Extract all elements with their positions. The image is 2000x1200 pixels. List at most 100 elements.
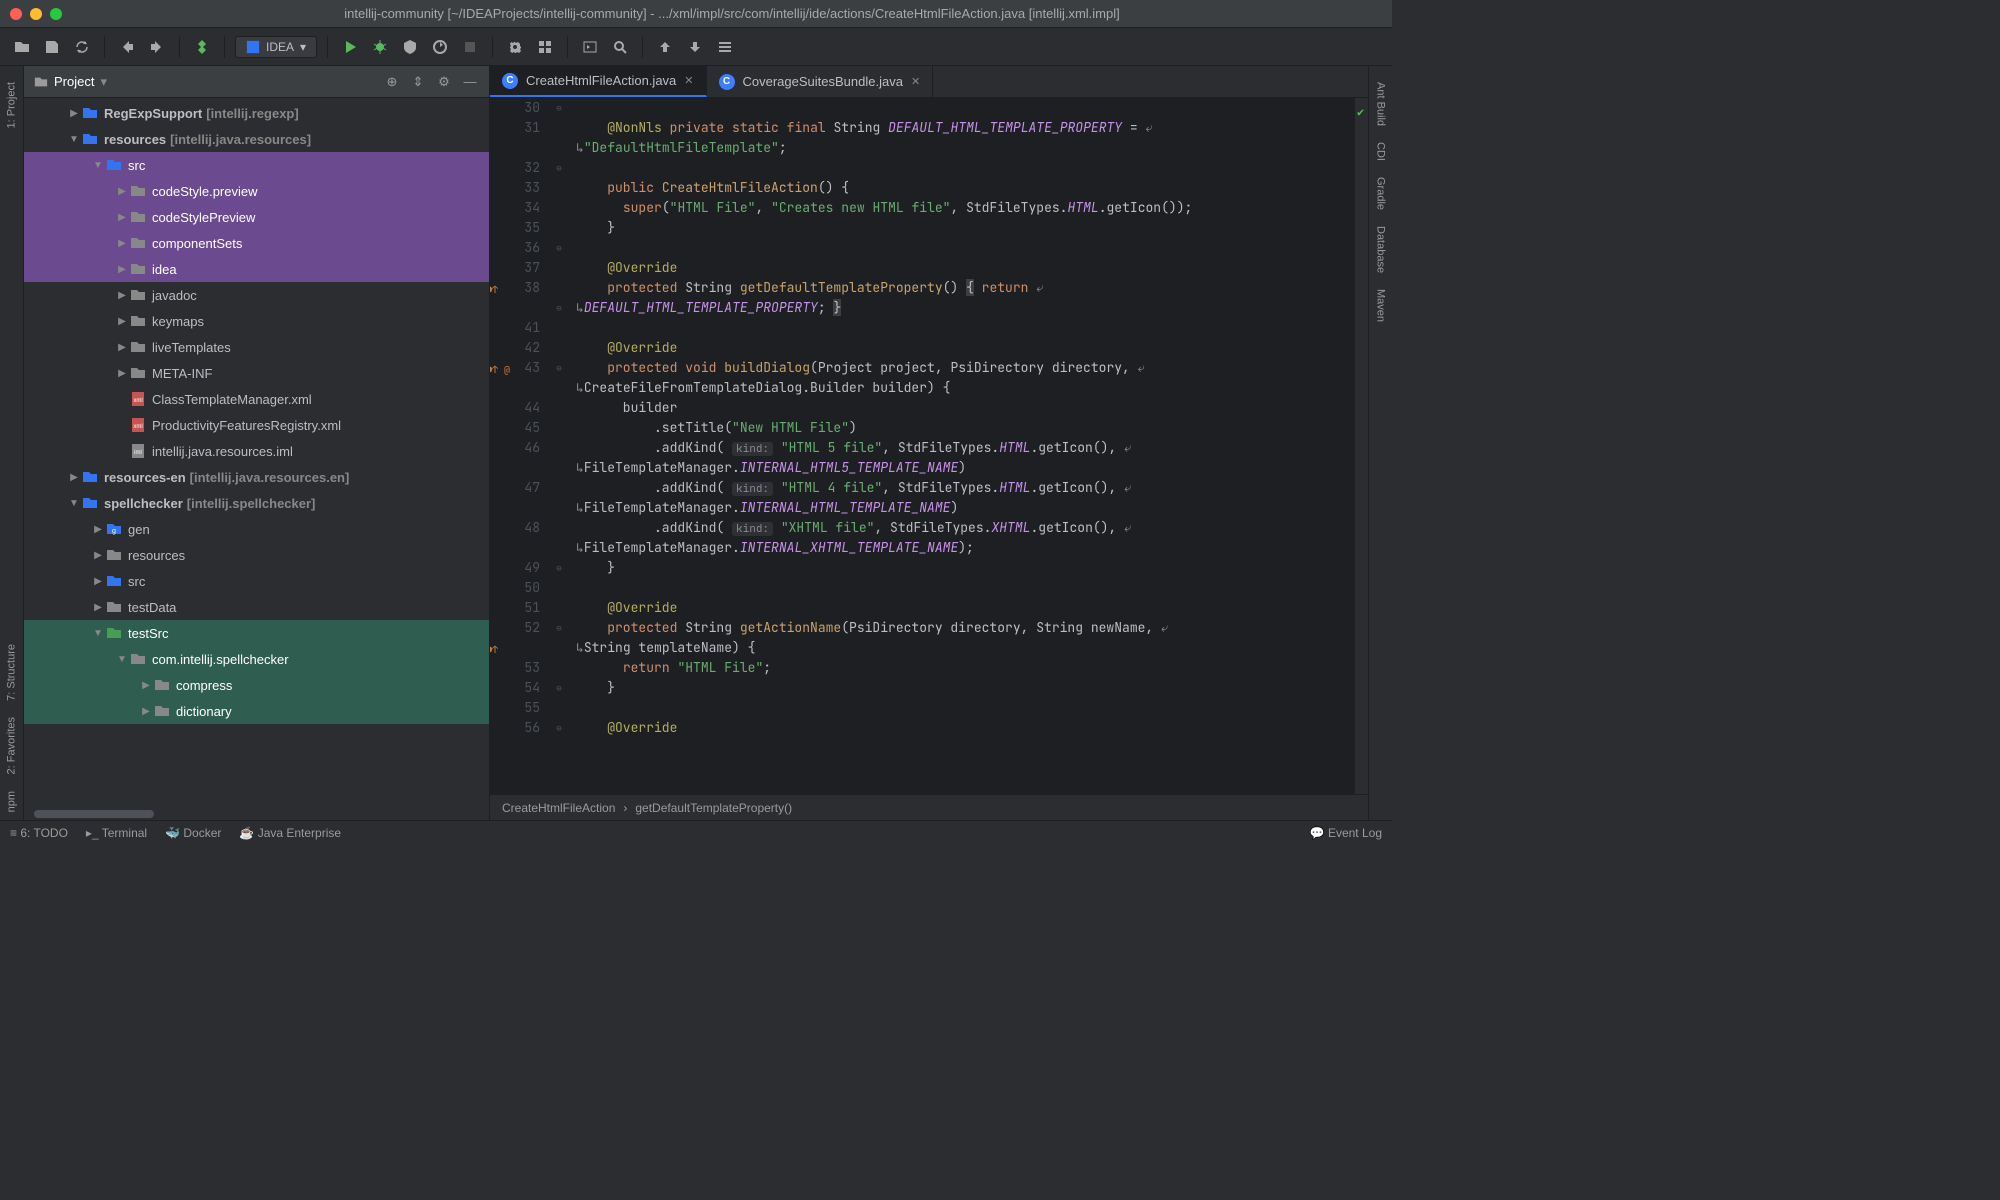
stripe-npm[interactable]: npm <box>0 783 23 820</box>
tree-row[interactable]: ▶META-INF <box>24 360 489 386</box>
tree-arrow-icon[interactable]: ▶ <box>114 290 130 301</box>
back-icon[interactable] <box>115 35 139 59</box>
stripe-database[interactable]: Database <box>1369 218 1392 281</box>
status-enterprise[interactable]: ☕ Java Enterprise <box>239 826 341 840</box>
project-structure-icon[interactable] <box>533 35 557 59</box>
tree-row[interactable]: ▶resources-en[intellij.java.resources.en… <box>24 464 489 490</box>
editor-body[interactable]: 303132333435363738●↑414243●↑ @4445464748… <box>490 98 1368 794</box>
settings-icon[interactable] <box>503 35 527 59</box>
tree-arrow-icon[interactable]: ▼ <box>114 654 130 665</box>
tree-arrow-icon[interactable]: ▶ <box>66 108 82 119</box>
stripe-favorites[interactable]: 2: Favorites <box>0 709 23 782</box>
forward-icon[interactable] <box>145 35 169 59</box>
line-gutter[interactable]: 303132333435363738●↑414243●↑ @4445464748… <box>490 98 550 794</box>
tree-row[interactable]: ▶liveTemplates <box>24 334 489 360</box>
tree-arrow-icon[interactable]: ▼ <box>90 628 106 639</box>
debug-icon[interactable] <box>368 35 392 59</box>
search-icon[interactable] <box>608 35 632 59</box>
editor-tab[interactable]: CCoverageSuitesBundle.java✕ <box>707 66 934 97</box>
status-terminal[interactable]: ▸_ Terminal <box>86 826 147 840</box>
close-tab-icon[interactable]: ✕ <box>684 74 693 87</box>
tree-arrow-icon[interactable]: ▼ <box>66 134 82 145</box>
profile-icon[interactable] <box>428 35 452 59</box>
tree-arrow-icon[interactable]: ▶ <box>90 576 106 587</box>
tree-arrow-icon[interactable]: ▶ <box>66 472 82 483</box>
tree-arrow-icon[interactable]: ▶ <box>114 212 130 223</box>
tree-arrow-icon[interactable]: ▶ <box>138 680 154 691</box>
tree-row[interactable]: ▶dictionary <box>24 698 489 724</box>
tree-row[interactable]: ▶resources <box>24 542 489 568</box>
tree-arrow-icon[interactable]: ▶ <box>138 706 154 717</box>
tree-row[interactable]: ▼spellchecker[intellij.spellchecker] <box>24 490 489 516</box>
tree-row[interactable]: xmlClassTemplateManager.xml <box>24 386 489 412</box>
tree-row[interactable]: ▶codeStylePreview <box>24 204 489 230</box>
build-icon[interactable] <box>190 35 214 59</box>
tree-row[interactable]: xmlProductivityFeaturesRegistry.xml <box>24 412 489 438</box>
tree-row[interactable]: ▶idea <box>24 256 489 282</box>
run-configuration-selector[interactable]: IDEA ▾ <box>235 36 317 58</box>
sync-icon[interactable] <box>70 35 94 59</box>
editor-tab[interactable]: CCreateHtmlFileAction.java✕ <box>490 66 707 97</box>
tree-arrow-icon[interactable]: ▼ <box>66 498 82 509</box>
stripe-project[interactable]: 1: Project <box>0 74 23 136</box>
tree-arrow-icon[interactable]: ▶ <box>90 524 106 535</box>
tree-arrow-icon[interactable]: ▶ <box>90 550 106 561</box>
tree-row[interactable]: imlintellij.java.resources.iml <box>24 438 489 464</box>
stripe-gradle[interactable]: Gradle <box>1369 169 1392 218</box>
stripe-cdi[interactable]: CDI <box>1369 134 1392 169</box>
status-todo[interactable]: ≡ 6: TODO <box>10 826 68 840</box>
save-all-icon[interactable] <box>40 35 64 59</box>
tree-arrow-icon[interactable]: ▶ <box>114 264 130 275</box>
tree-row[interactable]: ▼src <box>24 152 489 178</box>
breadcrumb-item[interactable]: CreateHtmlFileAction <box>502 801 615 815</box>
project-panel-title[interactable]: Project ▾ <box>34 74 375 90</box>
tree-row[interactable]: ▶testData <box>24 594 489 620</box>
stop-icon[interactable] <box>458 35 482 59</box>
locate-icon[interactable]: ⊕ <box>383 74 401 90</box>
tree-arrow-icon[interactable]: ▶ <box>114 316 130 327</box>
tree-arrow-icon[interactable]: ▶ <box>114 368 130 379</box>
coverage-icon[interactable] <box>398 35 422 59</box>
tree-arrow-icon[interactable]: ▶ <box>114 342 130 353</box>
close-tab-icon[interactable]: ✕ <box>911 75 920 88</box>
tree-row[interactable]: ▼testSrc <box>24 620 489 646</box>
maximize-window-button[interactable] <box>50 8 62 20</box>
expand-icon[interactable]: ⇕ <box>409 74 427 90</box>
tree-row[interactable]: ▶compress <box>24 672 489 698</box>
fold-gutter[interactable]: ⊖⊖⊖⊖⊖⊖⊖⊖⊖ <box>550 98 568 794</box>
close-window-button[interactable] <box>10 8 22 20</box>
error-stripe[interactable]: ✔ <box>1354 98 1368 794</box>
tree-row[interactable]: ▶javadoc <box>24 282 489 308</box>
hide-icon[interactable]: — <box>461 74 479 89</box>
tree-arrow-icon[interactable]: ▶ <box>114 186 130 197</box>
tree-row[interactable]: ▶keymaps <box>24 308 489 334</box>
tree-arrow-icon[interactable]: ▶ <box>90 602 106 613</box>
vcs-update-icon[interactable] <box>653 35 677 59</box>
status-eventlog[interactable]: 💬 Event Log <box>1310 826 1382 840</box>
stripe-maven[interactable]: Maven <box>1369 281 1392 330</box>
tree-row[interactable]: ▶ggen <box>24 516 489 542</box>
horizontal-scrollbar[interactable] <box>24 808 489 820</box>
minimize-window-button[interactable] <box>30 8 42 20</box>
chevron-right-icon: › <box>623 801 627 815</box>
vcs-history-icon[interactable] <box>713 35 737 59</box>
vcs-commit-icon[interactable] <box>683 35 707 59</box>
open-icon[interactable] <box>10 35 34 59</box>
tree-row[interactable]: ▼resources[intellij.java.resources] <box>24 126 489 152</box>
tree-row[interactable]: ▶codeStyle.preview <box>24 178 489 204</box>
tree-row[interactable]: ▶componentSets <box>24 230 489 256</box>
tree-arrow-icon[interactable]: ▶ <box>114 238 130 249</box>
run-icon[interactable] <box>338 35 362 59</box>
tree-row[interactable]: ▶RegExpSupport[intellij.regexp] <box>24 100 489 126</box>
tree-row[interactable]: ▼com.intellij.spellchecker <box>24 646 489 672</box>
code-content[interactable]: @NonNls private static final String DEFA… <box>568 98 1354 794</box>
status-docker[interactable]: 🐳 Docker <box>165 826 221 840</box>
gear-icon[interactable]: ⚙ <box>435 74 453 90</box>
tree-arrow-icon[interactable]: ▼ <box>90 160 106 171</box>
run-anything-icon[interactable] <box>578 35 602 59</box>
stripe-structure[interactable]: 7: Structure <box>0 636 23 709</box>
breadcrumb-item[interactable]: getDefaultTemplateProperty() <box>635 801 792 815</box>
project-tree[interactable]: ▶RegExpSupport[intellij.regexp]▼resource… <box>24 98 489 808</box>
stripe-ant[interactable]: Ant Build <box>1369 74 1392 134</box>
tree-row[interactable]: ▶src <box>24 568 489 594</box>
